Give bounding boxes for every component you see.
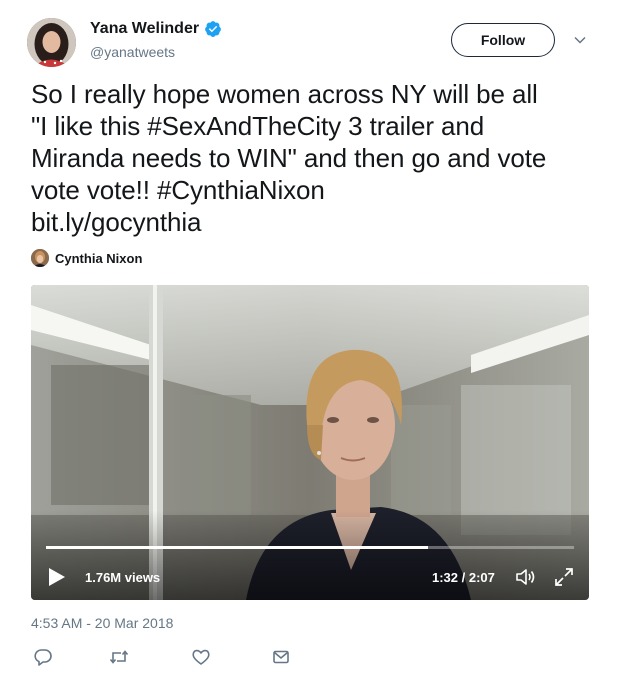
tweet-text-line: vote vote!! #CynthiaNixon bbox=[31, 175, 325, 205]
attribution-name[interactable]: Cynthia Nixon bbox=[55, 251, 142, 266]
tweet-text-line: So I really hope women across NY will be… bbox=[31, 79, 538, 109]
tweet-text-line: Miranda needs to WIN" and then go and vo… bbox=[31, 143, 547, 173]
volume-icon[interactable] bbox=[515, 567, 537, 587]
like-icon[interactable] bbox=[191, 647, 211, 667]
video-view-count: 1.76M views bbox=[85, 570, 161, 585]
tweet-link[interactable]: bit.ly/gocynthia bbox=[31, 206, 606, 238]
user-handle[interactable]: @yanatweets bbox=[90, 44, 175, 60]
video-player[interactable]: 1.76M views 1:32 / 2:07 bbox=[31, 285, 589, 600]
tweet-card: Yana Welinder @yanatweets Follow So I re… bbox=[0, 0, 617, 676]
retweet-icon[interactable] bbox=[109, 647, 129, 667]
video-progress-fill bbox=[46, 546, 429, 549]
play-icon[interactable] bbox=[48, 567, 66, 587]
user-name[interactable]: Yana Welinder bbox=[90, 20, 199, 38]
user-name-row[interactable]: Yana Welinder bbox=[90, 20, 222, 38]
video-time: 1:32 / 2:07 bbox=[432, 570, 495, 585]
tweet-text: So I really hope women across NY will be… bbox=[31, 78, 606, 238]
tweet-text-line: "I like this #SexAndTheCity 3 trailer an… bbox=[31, 111, 485, 141]
tweet-timestamp[interactable]: 4:53 AM - 20 Mar 2018 bbox=[31, 615, 173, 631]
follow-button[interactable]: Follow bbox=[451, 23, 555, 57]
attribution-avatar bbox=[31, 249, 49, 267]
video-progress-bar[interactable] bbox=[46, 546, 574, 549]
chevron-down-icon[interactable] bbox=[573, 33, 587, 47]
reply-icon[interactable] bbox=[33, 647, 53, 667]
verified-badge-icon bbox=[204, 20, 222, 38]
fullscreen-icon[interactable] bbox=[553, 566, 575, 588]
video-attribution[interactable]: Cynthia Nixon bbox=[31, 249, 142, 267]
video-controls-overlay bbox=[31, 510, 589, 600]
message-icon[interactable] bbox=[271, 647, 291, 667]
user-avatar[interactable] bbox=[27, 18, 76, 67]
